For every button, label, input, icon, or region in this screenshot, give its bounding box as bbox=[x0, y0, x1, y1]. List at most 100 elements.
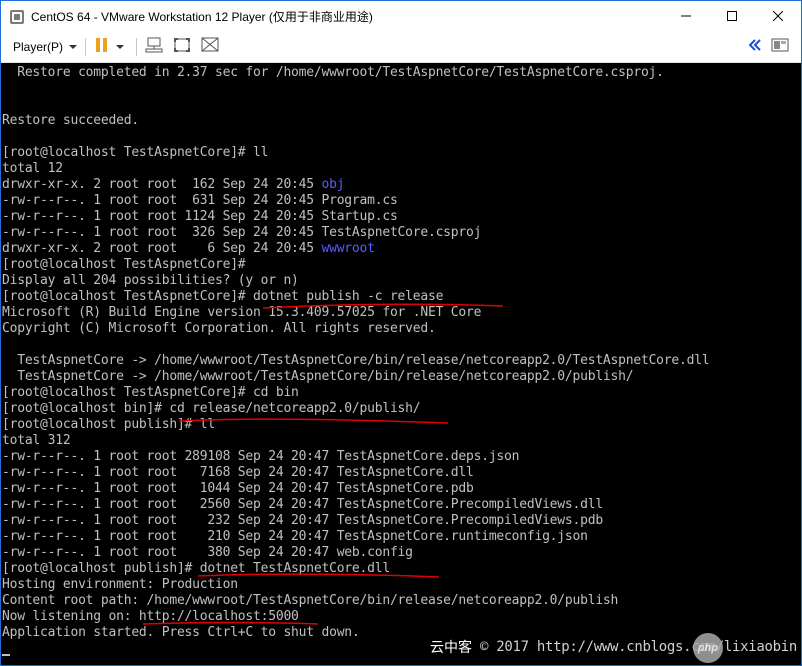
minimize-icon bbox=[681, 8, 691, 26]
php-badge: php bbox=[693, 633, 723, 663]
collapse-left-icon bbox=[748, 38, 761, 56]
console-line: total 312 bbox=[2, 433, 71, 449]
console-line: Restore completed in 2.37 sec for /home/… bbox=[2, 65, 664, 81]
console-text: Content root path: /home/wwwroot/TestAsp… bbox=[2, 593, 619, 608]
console-line: Hosting environment: Production bbox=[2, 577, 238, 593]
watermark-text: © 2017 http://www.cnblogs.com/lixiaobin bbox=[479, 639, 797, 655]
window-controls bbox=[663, 1, 801, 32]
console-text: -rw-r--r--. 1 root root 289108 Sep 24 20… bbox=[2, 449, 520, 464]
vm-status-button[interactable] bbox=[771, 36, 789, 58]
console-line: Display all 204 possibilities? (y or n) bbox=[2, 273, 299, 289]
console-text: Restore completed in 2.37 sec for /home/… bbox=[2, 65, 664, 80]
console-text: [root@localhost TestAspnetCore]# cd bin bbox=[2, 385, 299, 400]
console-line: -rw-r--r--. 1 root root 1044 Sep 24 20:4… bbox=[2, 481, 474, 497]
console-text: total 312 bbox=[2, 433, 71, 448]
pause-icon bbox=[94, 37, 110, 58]
console-line: Restore succeeded. bbox=[2, 113, 139, 129]
console-line: drwxr-xr-x. 2 root root 162 Sep 24 20:45… bbox=[2, 177, 345, 193]
console-text: -rw-r--r--. 1 root root 2560 Sep 24 20:4… bbox=[2, 497, 603, 512]
console-text: Now listening on: http://localhost:5000 bbox=[2, 609, 299, 624]
close-icon bbox=[772, 8, 784, 26]
console-text: TestAspnetCore -> /home/wwwroot/TestAspn… bbox=[2, 353, 710, 368]
player-menu-label: Player(P) bbox=[13, 40, 64, 54]
unity-icon bbox=[201, 37, 219, 58]
chevron-down-icon bbox=[69, 45, 78, 49]
toolbar-divider bbox=[85, 38, 87, 56]
console-text: -rw-r--r--. 1 root root 631 Sep 24 20:45… bbox=[2, 193, 398, 208]
send-ctrl-alt-del-icon bbox=[145, 37, 163, 58]
console-text: [root@localhost publish]# dotnet TestAsp… bbox=[2, 561, 390, 576]
watermark-site: 云中客 bbox=[429, 639, 472, 655]
toolbar-divider bbox=[136, 38, 138, 56]
console-line: Content root path: /home/wwwroot/TestAsp… bbox=[2, 593, 618, 609]
console-text: [root@localhost bin]# cd release/netcore… bbox=[2, 401, 421, 416]
console-line: -rw-r--r--. 1 root root 232 Sep 24 20:47… bbox=[2, 513, 603, 529]
console-text: Restore succeeded. bbox=[2, 113, 139, 128]
annotation-underline bbox=[178, 418, 449, 424]
console-text: -rw-r--r--. 1 root root 232 Sep 24 20:47… bbox=[2, 513, 603, 528]
console-line: total 12 bbox=[2, 161, 63, 177]
watermark: 云中客 © 2017 http://www.cnblogs.com/lixiao… bbox=[430, 637, 797, 657]
console-text: -rw-r--r--. 1 root root 7168 Sep 24 20:4… bbox=[2, 465, 474, 480]
player-menu-button[interactable]: Player(P) bbox=[13, 36, 78, 58]
console-line: Application started. Press Ctrl+C to shu… bbox=[2, 625, 360, 641]
console-line: [root@localhost TestAspnetCore]# bbox=[2, 257, 246, 273]
vmware-app-icon bbox=[9, 9, 25, 25]
console-text: Hosting environment: Production bbox=[2, 577, 238, 592]
pause-button[interactable] bbox=[94, 36, 125, 58]
fullscreen-icon bbox=[173, 37, 191, 58]
console-line: [root@localhost publish]# dotnet TestAsp… bbox=[2, 561, 390, 577]
console-line: -rw-r--r--. 1 root root 7168 Sep 24 20:4… bbox=[2, 465, 474, 481]
title-bar[interactable]: CentOS 64 - VMware Workstation 12 Player… bbox=[1, 1, 801, 32]
console-text: -rw-r--r--. 1 root root 1044 Sep 24 20:4… bbox=[2, 481, 474, 496]
player-toolbar: Player(P) bbox=[1, 32, 801, 63]
console-line: drwxr-xr-x. 2 root root 6 Sep 24 20:45 w… bbox=[2, 241, 375, 257]
maximize-button[interactable] bbox=[709, 1, 755, 32]
console-line: [root@localhost TestAspnetCore]# cd bin bbox=[2, 385, 299, 401]
console-text: Application started. Press Ctrl+C to shu… bbox=[2, 625, 360, 640]
console-text: -rw-r--r--. 1 root root 380 Sep 24 20:47… bbox=[2, 545, 413, 560]
console-text: TestAspnetCore -> /home/wwwroot/TestAspn… bbox=[2, 369, 634, 384]
console-text: [root@localhost TestAspnetCore]# ll bbox=[2, 145, 269, 160]
chevron-down-icon bbox=[116, 45, 125, 49]
vmware-player-window: CentOS 64 - VMware Workstation 12 Player… bbox=[0, 0, 802, 666]
console-line: Now listening on: http://localhost:5000 bbox=[2, 609, 299, 625]
toolbar-right bbox=[748, 36, 793, 58]
console-line: -rw-r--r--. 1 root root 289108 Sep 24 20… bbox=[2, 449, 519, 465]
close-button[interactable] bbox=[755, 1, 801, 32]
fullscreen-button[interactable] bbox=[173, 36, 191, 58]
console-text: [root@localhost TestAspnetCore]# dotnet … bbox=[2, 289, 444, 304]
console-text: Copyright (C) Microsoft Corporation. All… bbox=[2, 321, 436, 336]
console-text: [root@localhost publish]# ll bbox=[2, 417, 215, 432]
console-line: -rw-r--r--. 1 root root 1124 Sep 24 20:4… bbox=[2, 209, 398, 225]
console-line: TestAspnetCore -> /home/wwwroot/TestAspn… bbox=[2, 353, 709, 369]
console-line: -rw-r--r--. 1 root root 2560 Sep 24 20:4… bbox=[2, 497, 603, 513]
minimize-button[interactable] bbox=[663, 1, 709, 32]
console-text: drwxr-xr-x. 2 root root 162 Sep 24 20:45 bbox=[2, 177, 322, 192]
console-text: drwxr-xr-x. 2 root root 6 Sep 24 20:45 bbox=[2, 241, 322, 256]
console-text: -rw-r--r--. 1 root root 1124 Sep 24 20:4… bbox=[2, 209, 398, 224]
console-line: [root@localhost bin]# cd release/netcore… bbox=[2, 401, 421, 417]
maximize-icon bbox=[727, 8, 737, 26]
console-line: TestAspnetCore -> /home/wwwroot/TestAspn… bbox=[2, 369, 633, 385]
console-text: [root@localhost TestAspnetCore]# bbox=[2, 257, 246, 272]
console-line: [root@localhost TestAspnetCore]# ll bbox=[2, 145, 268, 161]
send-ctrl-alt-del-button[interactable] bbox=[145, 36, 163, 58]
console-line: [root@localhost publish]# ll bbox=[2, 417, 215, 433]
console-line: [root@localhost TestAspnetCore]# dotnet … bbox=[2, 289, 443, 305]
vm-status-icon bbox=[771, 37, 789, 58]
collapse-toolbar-button[interactable] bbox=[748, 36, 761, 58]
console-text: total 12 bbox=[2, 161, 63, 176]
vm-console-screen[interactable]: Restore completed in 2.37 sec for /home/… bbox=[1, 63, 801, 665]
console-text: Microsoft (R) Build Engine version 15.3.… bbox=[2, 305, 482, 320]
console-line: -rw-r--r--. 1 root root 210 Sep 24 20:47… bbox=[2, 529, 588, 545]
window-title: CentOS 64 - VMware Workstation 12 Player… bbox=[31, 10, 373, 24]
console-line: Microsoft (R) Build Engine version 15.3.… bbox=[2, 305, 481, 321]
console-text: -rw-r--r--. 1 root root 210 Sep 24 20:47… bbox=[2, 529, 588, 544]
text-cursor bbox=[2, 654, 10, 656]
unity-button[interactable] bbox=[201, 36, 219, 58]
console-line: Copyright (C) Microsoft Corporation. All… bbox=[2, 321, 436, 337]
console-text: Display all 204 possibilities? (y or n) bbox=[2, 273, 299, 288]
directory-name: wwwroot bbox=[321, 241, 375, 256]
console-line: -rw-r--r--. 1 root root 631 Sep 24 20:45… bbox=[2, 193, 398, 209]
